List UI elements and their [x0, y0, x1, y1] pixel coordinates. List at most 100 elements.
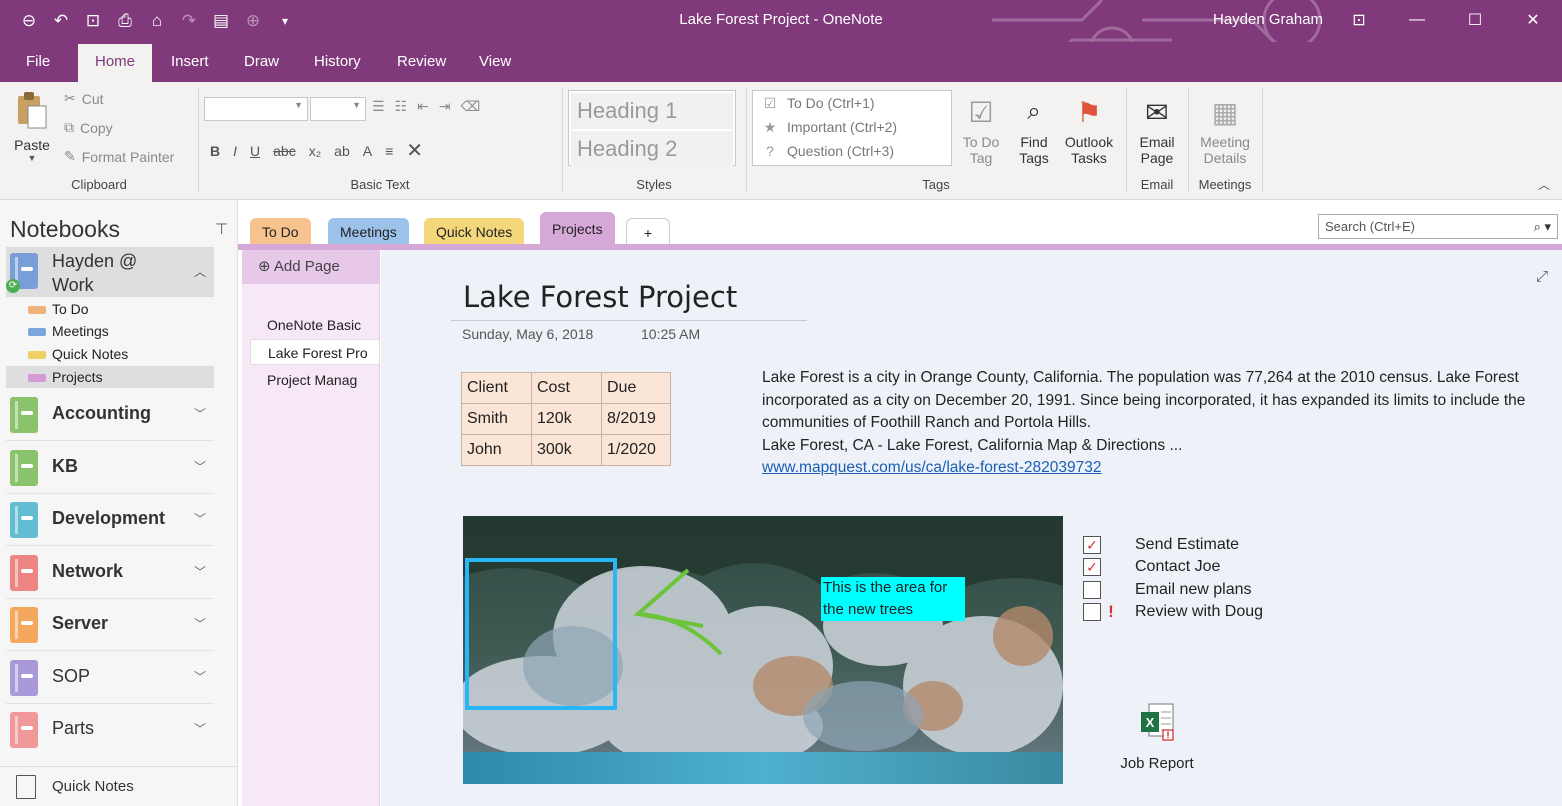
- cut-button[interactable]: ✂ Cut: [64, 90, 104, 107]
- section-meetings[interactable]: Meetings: [6, 320, 214, 342]
- table-row: Client Cost Due: [461, 372, 671, 404]
- tab-view[interactable]: View: [465, 42, 525, 82]
- tab-history[interactable]: History: [300, 42, 375, 82]
- paste-dropdown-icon[interactable]: ▼: [12, 153, 52, 163]
- bullets-icon[interactable]: ☰: [372, 98, 385, 115]
- checkbox-icon[interactable]: [1083, 581, 1101, 599]
- chevron-down-icon[interactable]: ﹀: [194, 405, 206, 422]
- page-item[interactable]: Project Manag: [250, 367, 380, 393]
- copy-button[interactable]: ⧉ Copy: [64, 119, 113, 136]
- highlight-icon[interactable]: ab: [334, 143, 350, 159]
- close-icon[interactable]: ✕: [1504, 0, 1562, 40]
- notebook-network[interactable]: Network ﹀: [6, 547, 214, 599]
- page-canvas[interactable]: ⤢ Lake Forest Project Sunday, May 6, 201…: [381, 250, 1562, 806]
- annotation-note[interactable]: This is the area for the new trees: [821, 577, 965, 621]
- ribbon-display-icon[interactable]: ⊡: [1330, 0, 1388, 40]
- table-cell[interactable]: 300k: [531, 434, 602, 466]
- forest-photo[interactable]: [463, 516, 1063, 784]
- add-section-icon[interactable]: +: [626, 218, 670, 246]
- expand-icon[interactable]: ⤢: [1536, 268, 1548, 285]
- font-name-dropdown[interactable]: ▼: [204, 97, 308, 121]
- chevron-down-icon[interactable]: ﹀: [194, 563, 206, 580]
- strikethrough-icon[interactable]: abc: [273, 143, 296, 159]
- notebook-hayden-work[interactable]: ⟳ Hayden @ Work ︿: [6, 247, 214, 297]
- section-tab-quick-notes[interactable]: Quick Notes: [424, 218, 525, 246]
- section-tab-projects[interactable]: Projects: [540, 212, 615, 246]
- minimize-icon[interactable]: —: [1388, 0, 1446, 40]
- outdent-icon[interactable]: ⇤: [417, 98, 429, 115]
- table-cell[interactable]: 120k: [531, 403, 602, 435]
- numbering-icon[interactable]: ☷: [395, 98, 408, 115]
- section-tab-todo[interactable]: To Do: [250, 218, 311, 246]
- font-size-dropdown[interactable]: ▼: [310, 97, 366, 121]
- client-table[interactable]: Client Cost Due Smith 120k 8/2019 John 3…: [461, 372, 671, 466]
- important-icon: !: [1108, 602, 1114, 621]
- bold-icon[interactable]: B: [210, 143, 220, 159]
- description-block[interactable]: Lake Forest is a city in Orange County, …: [762, 367, 1552, 480]
- quick-notes-footer[interactable]: Quick Notes: [0, 766, 238, 806]
- underline-icon[interactable]: U: [250, 143, 260, 159]
- table-cell[interactable]: 8/2019: [601, 403, 671, 435]
- excel-attachment[interactable]: X ! Job Report: [1109, 702, 1205, 772]
- tab-draw[interactable]: Draw: [230, 42, 293, 82]
- table-cell[interactable]: 1/2020: [601, 434, 671, 466]
- user-name[interactable]: Hayden Graham: [1213, 11, 1323, 28]
- maximize-icon[interactable]: ☐: [1446, 0, 1504, 40]
- page-item[interactable]: OneNote Basic: [250, 312, 380, 338]
- indent-icon[interactable]: ⇥: [439, 98, 451, 115]
- section-tab-meetings[interactable]: Meetings: [328, 218, 409, 246]
- tab-review[interactable]: Review: [383, 42, 460, 82]
- page-item-active[interactable]: Lake Forest Pro: [250, 339, 380, 365]
- chevron-down-icon[interactable]: ﹀: [194, 510, 206, 527]
- format-painter-button[interactable]: ✎ Format Painter: [64, 148, 174, 165]
- chevron-up-icon[interactable]: ︿: [194, 263, 206, 280]
- section-projects[interactable]: Projects: [6, 366, 214, 388]
- notebook-server[interactable]: Server ﹀: [6, 599, 214, 651]
- section-todo[interactable]: To Do: [6, 298, 214, 320]
- notebook-icon: [10, 712, 38, 748]
- search-icon[interactable]: ⌕ ▾: [1534, 215, 1551, 238]
- todo-item[interactable]: ✓ Send Estimate: [1083, 534, 1239, 556]
- tab-file[interactable]: File: [12, 42, 64, 82]
- align-icon[interactable]: ≡: [385, 143, 393, 159]
- italic-icon[interactable]: I: [233, 143, 237, 159]
- collapse-ribbon-icon[interactable]: ︿: [1538, 176, 1550, 193]
- checkbox-checked-icon[interactable]: ✓: [1083, 558, 1101, 576]
- todo-item[interactable]: Email new plans: [1083, 579, 1252, 601]
- subscript-icon[interactable]: x₂: [309, 143, 321, 159]
- page-title[interactable]: Lake Forest Project: [463, 280, 737, 314]
- mapquest-link[interactable]: www.mapquest.com/us/ca/lake-forest-28203…: [762, 459, 1101, 476]
- clear-format-icon[interactable]: ⌫: [461, 98, 481, 115]
- chevron-down-icon[interactable]: ﹀: [194, 615, 206, 632]
- checkbox-checked-icon[interactable]: ✓: [1083, 536, 1101, 554]
- email-group: Email: [1126, 82, 1188, 198]
- notebook-kb[interactable]: KB ﹀: [6, 442, 214, 494]
- chevron-down-icon[interactable]: ﹀: [194, 720, 206, 737]
- notebook-name: KB: [52, 456, 78, 476]
- search-input[interactable]: Search (Ctrl+E) ⌕ ▾: [1318, 214, 1558, 239]
- pin-icon[interactable]: ⊤: [215, 220, 228, 238]
- table-cell[interactable]: Smith: [461, 403, 532, 435]
- delete-icon[interactable]: ✕: [406, 138, 423, 163]
- notebook-development[interactable]: Development ﹀: [6, 494, 214, 546]
- todo-item[interactable]: ✓ Contact Joe: [1083, 556, 1220, 578]
- section-quick-notes[interactable]: Quick Notes: [6, 343, 214, 365]
- checkbox-icon[interactable]: [1083, 603, 1101, 621]
- table-header-cell[interactable]: Due: [601, 372, 671, 404]
- notebook-parts[interactable]: Parts ﹀: [6, 704, 214, 756]
- tab-insert[interactable]: Insert: [157, 42, 223, 82]
- table-header-cell[interactable]: Cost: [531, 372, 602, 404]
- paste-button[interactable]: Paste ▼: [12, 90, 52, 163]
- add-page-button[interactable]: ⊕ Add Page: [242, 250, 380, 284]
- page-time: 10:25 AM: [641, 326, 701, 342]
- notebook-accounting[interactable]: Accounting ﹀: [6, 389, 214, 441]
- notebooks-header[interactable]: Notebooks: [10, 216, 120, 243]
- tab-home[interactable]: Home: [78, 44, 152, 82]
- todo-item[interactable]: ! Review with Doug: [1083, 601, 1263, 623]
- notebook-sop[interactable]: SOP ﹀: [6, 652, 214, 704]
- chevron-down-icon[interactable]: ﹀: [194, 458, 206, 475]
- table-cell[interactable]: John: [461, 434, 532, 466]
- chevron-down-icon[interactable]: ﹀: [194, 668, 206, 685]
- table-header-cell[interactable]: Client: [461, 372, 532, 404]
- font-color-icon[interactable]: A: [363, 143, 372, 159]
